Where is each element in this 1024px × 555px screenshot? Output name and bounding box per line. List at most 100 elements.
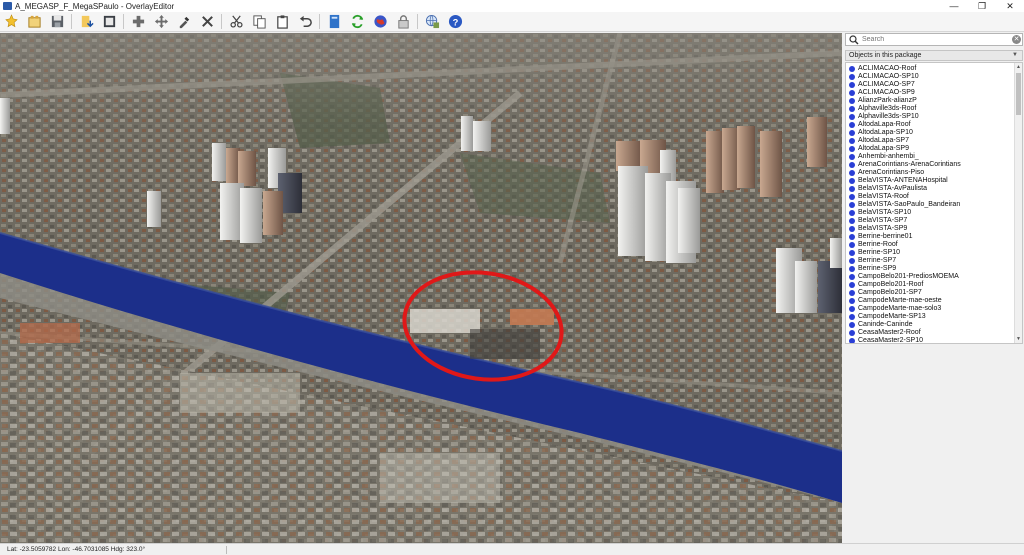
overlay-editor-window: A_MEGASP_F_MegaSPaulo - OverlayEditor — … [0,0,1024,555]
list-item-label: CampodeMarte-mae-solo3 [858,305,942,312]
close-button[interactable]: ✕ [996,0,1024,12]
list-item[interactable]: Berrine-SP10 [846,249,1016,257]
window-controls: — ❐ ✕ [940,0,1024,12]
cut-icon[interactable] [227,13,245,31]
list-item[interactable]: ACLIMACAO-SP10 [846,73,1016,81]
list-item[interactable]: CampodeMarte-mae-solo3 [846,305,1016,313]
new-icon[interactable] [2,13,20,31]
object-icon [849,226,855,232]
list-item-label: Anhembi-anhembi_ [858,153,919,160]
list-item-label: Berrine-berrine01 [858,233,913,240]
delete-icon[interactable] [198,13,216,31]
minimize-button[interactable]: — [940,0,968,12]
list-item[interactable]: Alphaville3ds-SP10 [846,113,1016,121]
list-item[interactable]: Berrine-Roof [846,241,1016,249]
list-item-label: ACLIMACAO-Roof [858,65,917,72]
list-item[interactable]: BelaVISTA-ANTENAHospital [846,177,1016,185]
list-item[interactable]: CeasaMaster2-SP10 [846,337,1016,343]
network-icon[interactable] [423,13,441,31]
list-item[interactable]: BelaVISTA-SP9 [846,225,1016,233]
scrollbar-thumb[interactable] [1016,73,1021,115]
objects-list-items: ACLIMACAO-Roof ACLIMACAO-SP10 ACLIMACAO-SP… [846,65,1016,343]
coordinates-readout: Lat: -23.5059782 Lon: -46.7031085 Hdg: 3… [7,546,146,553]
list-item[interactable]: CampodeMarte-SP13 [846,313,1016,321]
list-item-label: BelaVISTA-SP10 [858,209,912,216]
list-item[interactable]: Berrine-SP9 [846,265,1016,273]
list-item[interactable]: Berrine-berrine01 [846,233,1016,241]
lock-icon[interactable] [394,13,412,31]
svg-text:?: ? [452,17,458,27]
list-item[interactable]: CampoBelo201-SP7 [846,289,1016,297]
refresh-icon[interactable] [348,13,366,31]
list-item[interactable]: ACLIMACAO-Roof [846,65,1016,73]
export-icon[interactable] [100,13,118,31]
list-item[interactable]: ArenaCorintians-ArenaCorintians [846,161,1016,169]
map-3d-view[interactable] [0,33,842,543]
help-icon[interactable]: ? [446,13,464,31]
list-item[interactable]: BelaVISTA-SP10 [846,209,1016,217]
clear-search-icon[interactable]: ✕ [1012,35,1021,44]
objects-list[interactable]: ACLIMACAO-Roof ACLIMACAO-SP10 ACLIMACAO-SP… [845,62,1023,344]
move-icon[interactable] [152,13,170,31]
object-icon [849,242,855,248]
list-item[interactable]: ArenaCorintians-Piso [846,169,1016,177]
list-item-label: Caninde-Caninde [858,321,913,328]
list-item[interactable]: ACLIMACAO-SP7 [846,81,1016,89]
object-icon [849,186,855,192]
list-scrollbar[interactable]: ▲ ▼ [1014,63,1022,343]
object-icon [849,250,855,256]
object-icon [849,258,855,264]
list-item-label: CampoBelo201-SP7 [858,289,922,296]
toolbar-separator [319,14,320,29]
list-item-label: Berrine-SP9 [858,265,897,272]
list-item[interactable]: AltodaLapa-Roof [846,121,1016,129]
paint-icon[interactable] [175,13,193,31]
object-icon [849,274,855,280]
list-item[interactable]: CampoBelo201-Roof [846,281,1016,289]
undo-icon[interactable] [296,13,314,31]
toolbar-separator [71,14,72,29]
list-item[interactable]: BelaVISTA-Roof [846,193,1016,201]
list-item-label: BelaVISTA-SP7 [858,217,908,224]
list-item[interactable]: AltodaLapa-SP10 [846,129,1016,137]
import-icon[interactable] [77,13,95,31]
list-item-label: Alphaville3ds-SP10 [858,113,919,120]
list-item[interactable]: CampoBelo201-PrediosMOEMA [846,273,1016,281]
preferences-icon[interactable] [325,13,343,31]
list-item[interactable]: Alphaville3ds-Roof [846,105,1016,113]
list-item[interactable]: Berrine-SP7 [846,257,1016,265]
save-icon[interactable] [48,13,66,31]
scroll-up-icon[interactable]: ▲ [1015,63,1022,71]
object-icon [849,234,855,240]
open-icon[interactable] [25,13,43,31]
add-icon[interactable] [129,13,147,31]
object-icon [849,154,855,160]
object-icon [849,202,855,208]
list-item-label: CampodeMarte-SP13 [858,313,926,320]
list-item[interactable]: CampodeMarte-mae-oeste [846,297,1016,305]
list-item[interactable]: AltodaLapa-SP7 [846,137,1016,145]
globe-icon[interactable] [371,13,389,31]
list-item[interactable]: Caninde-Caninde [846,321,1016,329]
paste-icon[interactable] [273,13,291,31]
search-input[interactable] [862,34,1008,45]
search-box[interactable]: ✕ [845,33,1023,46]
scroll-down-icon[interactable]: ▼ [1015,335,1022,343]
list-item[interactable]: Anhembi-anhembi_ [846,153,1016,161]
list-item[interactable]: AlianzPark-alianzP [846,97,1016,105]
list-item[interactable]: ACLIMACAO-SP9 [846,89,1016,97]
list-item[interactable]: CeasaMaster2-Roof [846,329,1016,337]
list-item[interactable]: BelaVISTA-SaoPaulo_Bandeiran [846,201,1016,209]
status-separator [226,546,227,554]
list-item-label: BelaVISTA-SaoPaulo_Bandeiran [858,201,961,208]
list-item-label: Berrine-SP10 [858,249,901,256]
list-item[interactable]: AltodaLapa-SP9 [846,145,1016,153]
list-item-label: ACLIMACAO-SP7 [858,81,915,88]
list-item[interactable]: BelaVISTA-AvPaulista [846,185,1016,193]
object-icon [849,330,855,336]
package-dropdown[interactable]: Objects in this package ▼ [845,50,1023,61]
copy-icon[interactable] [250,13,268,31]
maximize-button[interactable]: ❐ [968,0,996,12]
list-item-label: CampoBelo201-Roof [858,281,924,288]
list-item[interactable]: BelaVISTA-SP7 [846,217,1016,225]
